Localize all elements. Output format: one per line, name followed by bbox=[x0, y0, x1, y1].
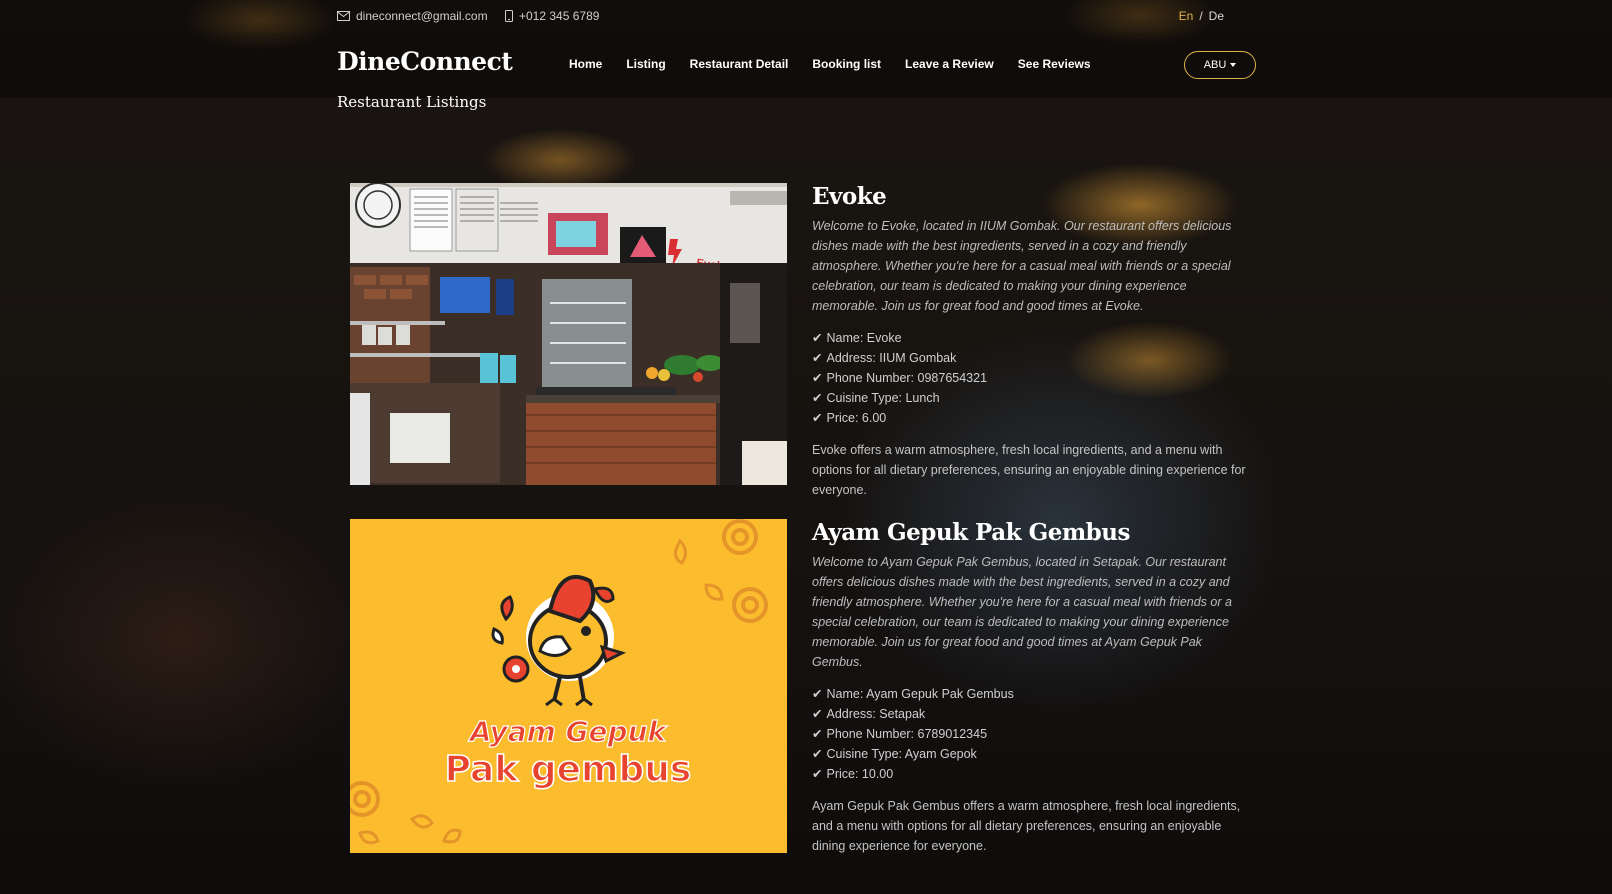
fact-item: ✔ Price: 6.00 bbox=[812, 408, 1252, 428]
phone-text: +012 345 6789 bbox=[519, 9, 600, 23]
fact-text: Phone Number: 6789012345 bbox=[826, 727, 988, 741]
fact-item: ✔ Name: Evoke bbox=[812, 328, 1252, 348]
fact-item: ✔ Price: 10.00 bbox=[812, 764, 1252, 784]
mobile-phone-icon bbox=[505, 10, 513, 22]
restaurant-summary: Evoke offers a warm atmosphere, fresh lo… bbox=[812, 443, 1246, 497]
fact-text: Price: 6.00 bbox=[826, 411, 887, 425]
restaurant-card: Evoke I Cafe bbox=[350, 183, 1250, 497]
restaurant-description: Welcome to Evoke, located in IIUM Gombak… bbox=[812, 219, 1232, 313]
restaurant-summary: Ayam Gepuk Pak Gembus offers a warm atmo… bbox=[812, 799, 1241, 853]
double-check-icon: ✔ bbox=[812, 767, 823, 781]
restaurant-image-evoke[interactable]: Evoke I Cafe bbox=[350, 183, 787, 485]
user-menu-button[interactable]: ABU bbox=[1184, 51, 1256, 79]
language-switcher: En / De bbox=[1179, 9, 1224, 23]
email-contact[interactable]: dineconnect@gmail.com bbox=[337, 9, 488, 23]
fact-item: ✔ Phone Number: 6789012345 bbox=[812, 724, 1252, 744]
double-check-icon: ✔ bbox=[812, 351, 823, 365]
brand-logo[interactable]: DineConnect bbox=[337, 47, 513, 76]
logo-text-line1: Ayam Gepuk bbox=[468, 715, 669, 748]
fact-item: ✔ Phone Number: 0987654321 bbox=[812, 368, 1252, 388]
fact-item: ✔ Cuisine Type: Ayam Gepok bbox=[812, 744, 1252, 764]
lang-en-link[interactable]: En bbox=[1179, 9, 1194, 23]
envelope-icon bbox=[337, 11, 350, 21]
fact-item: ✔ Cuisine Type: Lunch bbox=[812, 388, 1252, 408]
user-name: ABU bbox=[1203, 59, 1227, 71]
fact-text: Cuisine Type: Ayam Gepok bbox=[826, 747, 977, 761]
fact-item: ✔ Name: Ayam Gepuk Pak Gembus bbox=[812, 684, 1252, 704]
double-check-icon: ✔ bbox=[812, 371, 823, 385]
double-check-icon: ✔ bbox=[812, 727, 823, 741]
ayam-gepuk-logo-image: Ayam Gepuk Pak gembus bbox=[350, 519, 787, 853]
fact-text: Name: Evoke bbox=[826, 331, 902, 345]
logo-text-line2: Pak gembus bbox=[445, 749, 692, 790]
fact-text: Name: Ayam Gepuk Pak Gembus bbox=[826, 687, 1014, 701]
top-bar: dineconnect@gmail.com +012 345 6789 En / D… bbox=[0, 0, 1612, 33]
restaurant-info: Evoke Welcome to Evoke, located in IIUM … bbox=[812, 183, 1252, 500]
fact-text: Cuisine Type: Lunch bbox=[826, 391, 940, 405]
double-check-icon: ✔ bbox=[812, 331, 823, 345]
restaurant-description: Welcome to Ayam Gepuk Pak Gembus, locate… bbox=[812, 555, 1232, 669]
nav-see-reviews[interactable]: See Reviews bbox=[1018, 57, 1091, 71]
fact-item: ✔ Address: Setapak bbox=[812, 704, 1252, 724]
nav-restaurant-detail[interactable]: Restaurant Detail bbox=[690, 57, 789, 71]
lang-de-link[interactable]: De bbox=[1209, 9, 1224, 23]
double-check-icon: ✔ bbox=[812, 707, 823, 721]
restaurant-facts: ✔ Name: Ayam Gepuk Pak Gembus ✔ Address: S… bbox=[812, 684, 1252, 784]
nav-listing[interactable]: Listing bbox=[626, 57, 665, 71]
restaurant-card: Ayam Gepuk Pak gembus Ayam Gepuk Pak Gem… bbox=[350, 519, 1250, 859]
double-check-icon: ✔ bbox=[812, 411, 823, 425]
phone-contact[interactable]: +012 345 6789 bbox=[505, 9, 599, 23]
main-navbar: DineConnect Home Listing Restaurant Deta… bbox=[0, 33, 1612, 98]
restaurant-info: Ayam Gepuk Pak Gembus Welcome to Ayam Ge… bbox=[812, 519, 1252, 856]
email-text: dineconnect@gmail.com bbox=[356, 9, 488, 23]
nav-booking-list[interactable]: Booking list bbox=[812, 57, 881, 71]
lang-separator: / bbox=[1199, 9, 1203, 23]
restaurant-name[interactable]: Evoke bbox=[812, 183, 1252, 210]
restaurant-image-ayam-gepuk[interactable]: Ayam Gepuk Pak gembus bbox=[350, 519, 787, 853]
nav-leave-review[interactable]: Leave a Review bbox=[905, 57, 994, 71]
nav-menu: Home Listing Restaurant Detail Booking l… bbox=[569, 57, 1115, 71]
restaurant-facts: ✔ Name: Evoke ✔ Address: IIUM Gombak ✔ Phon… bbox=[812, 328, 1252, 428]
fact-text: Price: 10.00 bbox=[826, 767, 894, 781]
fact-text: Address: Setapak bbox=[826, 707, 926, 721]
fact-item: ✔ Address: IIUM Gombak bbox=[812, 348, 1252, 368]
restaurant-name[interactable]: Ayam Gepuk Pak Gembus bbox=[812, 519, 1252, 546]
fact-text: Phone Number: 0987654321 bbox=[826, 371, 988, 385]
cafe-counter-photo: Evoke I Cafe bbox=[350, 183, 787, 485]
caret-down-icon bbox=[1230, 63, 1237, 67]
page-title: Restaurant Listings bbox=[337, 93, 487, 111]
double-check-icon: ✔ bbox=[812, 747, 823, 761]
double-check-icon: ✔ bbox=[812, 391, 823, 405]
fact-text: Address: IIUM Gombak bbox=[826, 351, 957, 365]
double-check-icon: ✔ bbox=[812, 687, 823, 701]
nav-home[interactable]: Home bbox=[569, 57, 602, 71]
